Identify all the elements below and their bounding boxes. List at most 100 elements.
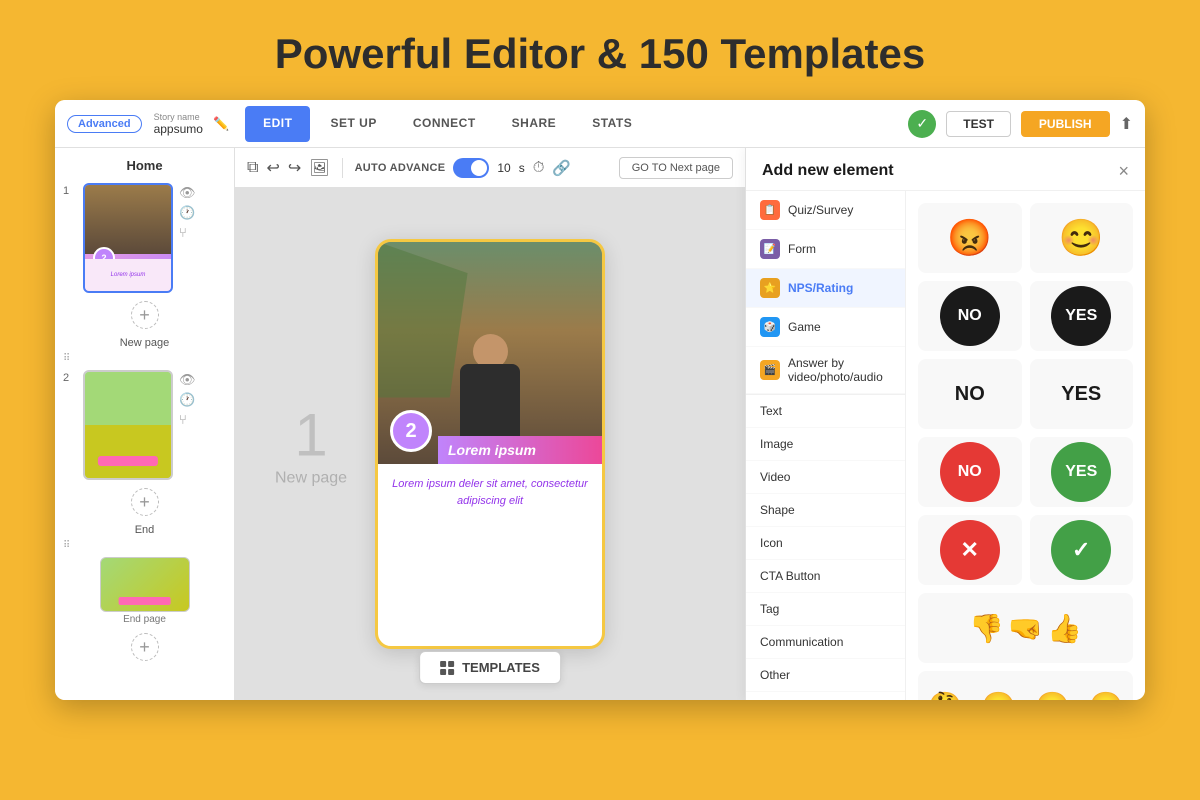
list-item-form[interactable]: 📝 Form	[746, 230, 905, 269]
thumbs-down-icon: 👎	[969, 612, 1004, 645]
page-title: Powerful Editor & 150 Templates	[275, 30, 925, 78]
list-item-nps[interactable]: ⭐ NPS/Rating	[746, 269, 905, 308]
add-page-1-button[interactable]: +	[131, 301, 159, 329]
tab-setup[interactable]: SET UP	[312, 100, 394, 148]
toolbar-divider	[342, 158, 343, 178]
auto-advance-toggle[interactable]	[453, 158, 489, 178]
panel-title: Add new element	[762, 162, 894, 180]
tab-edit[interactable]: EDIT	[245, 106, 310, 142]
emoji-sad-red[interactable]: 😡	[918, 203, 1022, 273]
redo-icon[interactable]: ↪	[288, 158, 301, 178]
yes-green-btn[interactable]: YES	[1030, 437, 1134, 507]
nav-tabs: EDIT SET UP CONNECT SHARE STATS	[243, 100, 650, 148]
text-label: Text	[760, 404, 782, 418]
sad-face-icon: 😡	[946, 214, 994, 262]
no-dark-icon: NO	[940, 286, 1000, 346]
no-text-icon: NO	[940, 364, 1000, 424]
sad-emoji-icon: 😞	[981, 690, 1016, 701]
emoji-reaction-row[interactable]: 🤔 😞 😮 🙂	[918, 671, 1133, 700]
status-check-icon: ✓	[908, 110, 936, 138]
branch-icon[interactable]: ⑂	[179, 225, 196, 240]
list-item-icon[interactable]: Icon	[746, 527, 905, 560]
list-item-video[interactable]: Video	[746, 461, 905, 494]
happy-face-icon: 😊	[1057, 214, 1105, 262]
page-2-thumbnail[interactable]	[83, 370, 173, 480]
story-body: Lorem ipsum deler sit amet, consectetur …	[378, 464, 602, 521]
answer-label: Answer by video/photo/audio	[788, 356, 891, 384]
list-item-cta[interactable]: CTA Button	[746, 560, 905, 593]
end-page-container: End page	[55, 553, 234, 629]
new-page-number: 1	[275, 401, 347, 470]
new-page-placeholder: 1 New page	[275, 401, 347, 488]
clock-icon-2[interactable]: 🕐	[179, 392, 196, 408]
yes-text-icon: YES	[1051, 364, 1111, 424]
list-item-answer[interactable]: 🎬 Answer by video/photo/audio	[746, 347, 905, 394]
timer-icon[interactable]: ⏱	[533, 159, 545, 176]
story-card[interactable]: 2 Lorem ipsum Lorem ipsum deler sit amet…	[375, 239, 605, 649]
cta-label: CTA Button	[760, 569, 820, 583]
emoji-happy-blue[interactable]: 😊	[1030, 203, 1134, 273]
templates-button[interactable]: TEMPLATES	[419, 651, 561, 684]
link-icon[interactable]: 🔗	[552, 159, 571, 177]
x-red-icon: ✕	[940, 520, 1000, 580]
end-label: End	[55, 520, 234, 538]
list-item-text[interactable]: Text	[746, 395, 905, 428]
dots-grid-icon-2[interactable]: ⠿	[55, 538, 234, 553]
panel-grid: 😡 😊 NO YES	[906, 191, 1145, 700]
edit-pencil-icon[interactable]: ✏️	[213, 116, 229, 132]
list-item-tag[interactable]: Tag	[746, 593, 905, 626]
eye-icon[interactable]: 👁	[179, 185, 196, 201]
tab-connect[interactable]: CONNECT	[395, 100, 494, 148]
branch-icon-2[interactable]: ⑂	[179, 412, 196, 427]
close-button[interactable]: ×	[1118, 162, 1129, 180]
check-green-btn[interactable]: ✓	[1030, 515, 1134, 585]
page-1-thumbnail[interactable]: 2 Lorem ipsum	[83, 183, 173, 293]
nps-icon: ⭐	[760, 278, 780, 298]
clock-icon[interactable]: 🕐	[179, 205, 196, 221]
goto-button[interactable]: GO TO Next page	[619, 157, 733, 179]
grid-icon	[440, 661, 454, 675]
x-red-btn[interactable]: ✕	[918, 515, 1022, 585]
list-item-quiz[interactable]: 📋 Quiz/Survey	[746, 191, 905, 230]
test-button[interactable]: TEST	[946, 111, 1011, 137]
new-page-label-canvas: New page	[275, 470, 347, 488]
communication-label: Communication	[760, 635, 843, 649]
editor-area: ⧉ ↩ ↪ 🖼 AUTO ADVANCE 10 s ⏱ 🔗 GO TO Next…	[235, 148, 745, 700]
templates-btn-label: TEMPLATES	[462, 660, 540, 675]
dots-grid-icon[interactable]: ⠿	[55, 351, 234, 366]
list-item-image[interactable]: Image	[746, 428, 905, 461]
eye-icon-2[interactable]: 👁	[179, 372, 196, 388]
form-label: Form	[788, 242, 816, 256]
tab-stats[interactable]: STATS	[574, 100, 650, 148]
yes-dark-btn[interactable]: YES	[1030, 281, 1134, 351]
quiz-label: Quiz/Survey	[788, 203, 853, 217]
thumbs-group: 👎 🤜 👍	[918, 593, 1133, 663]
list-item-game[interactable]: 🎲 Game	[746, 308, 905, 347]
list-item-other[interactable]: Other	[746, 659, 905, 692]
list-item-shape[interactable]: Shape	[746, 494, 905, 527]
no-text-btn[interactable]: NO	[918, 359, 1022, 429]
publish-button[interactable]: PUBLISH	[1021, 111, 1110, 137]
advanced-badge[interactable]: Advanced	[67, 115, 142, 133]
image-label: Image	[760, 437, 793, 451]
no-dark-btn[interactable]: NO	[918, 281, 1022, 351]
yes-text-btn[interactable]: YES	[1030, 359, 1134, 429]
timer-unit: s	[519, 161, 525, 175]
thumbnail-1-inner: 2 Lorem ipsum	[85, 185, 171, 291]
undo-icon[interactable]: ↩	[266, 158, 279, 178]
add-page-2-button[interactable]: +	[131, 488, 159, 516]
thumbs-row[interactable]: 👎 🤜 👍	[918, 593, 1133, 663]
no-red-btn[interactable]: NO	[918, 437, 1022, 507]
tab-share[interactable]: SHARE	[494, 100, 575, 148]
export-icon[interactable]: ⬆	[1120, 114, 1133, 134]
story-badge: 2	[390, 410, 432, 452]
image-icon[interactable]: 🖼	[309, 158, 329, 178]
sidebar: Home 1 2 Lorem ipsum 👁 🕐	[55, 148, 235, 700]
sidebar-page-1: 1 2 Lorem ipsum 👁 🕐 ⑂	[55, 179, 234, 297]
video-label: Video	[760, 470, 790, 484]
list-item-communication[interactable]: Communication	[746, 626, 905, 659]
layers-icon[interactable]: ⧉	[247, 159, 258, 177]
story-name-group: Story name appsumo	[154, 112, 203, 136]
panel-body: 📋 Quiz/Survey 📝 Form ⭐ NP	[746, 191, 1145, 700]
add-end-page-button[interactable]: +	[131, 633, 159, 661]
